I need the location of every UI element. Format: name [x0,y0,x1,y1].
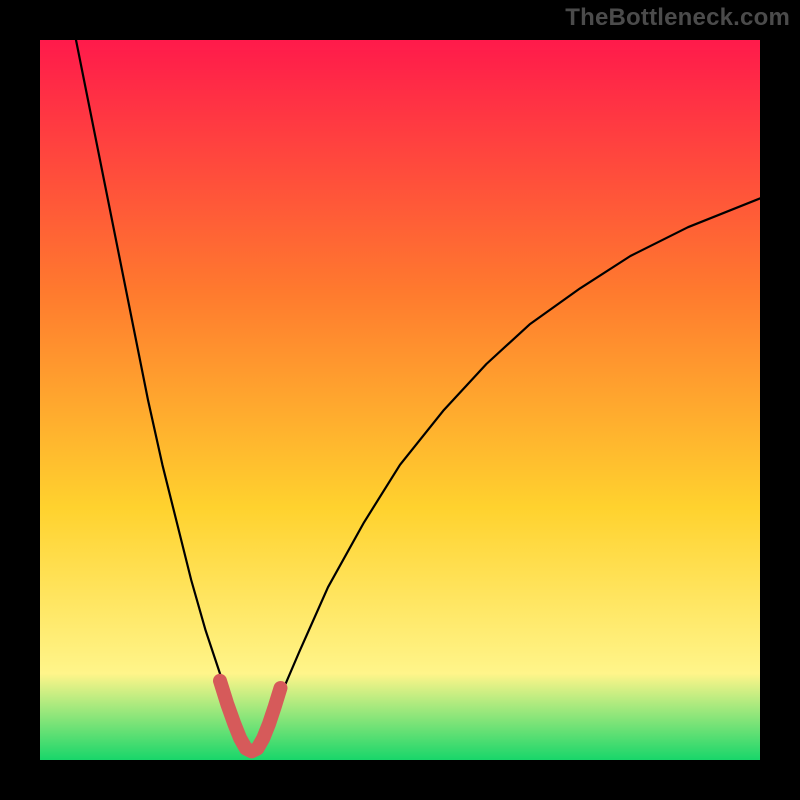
chart-plot-area [40,40,760,760]
outer-frame: TheBottleneck.com [0,0,800,800]
watermark-text: TheBottleneck.com [565,4,790,32]
chart-svg [40,40,760,760]
